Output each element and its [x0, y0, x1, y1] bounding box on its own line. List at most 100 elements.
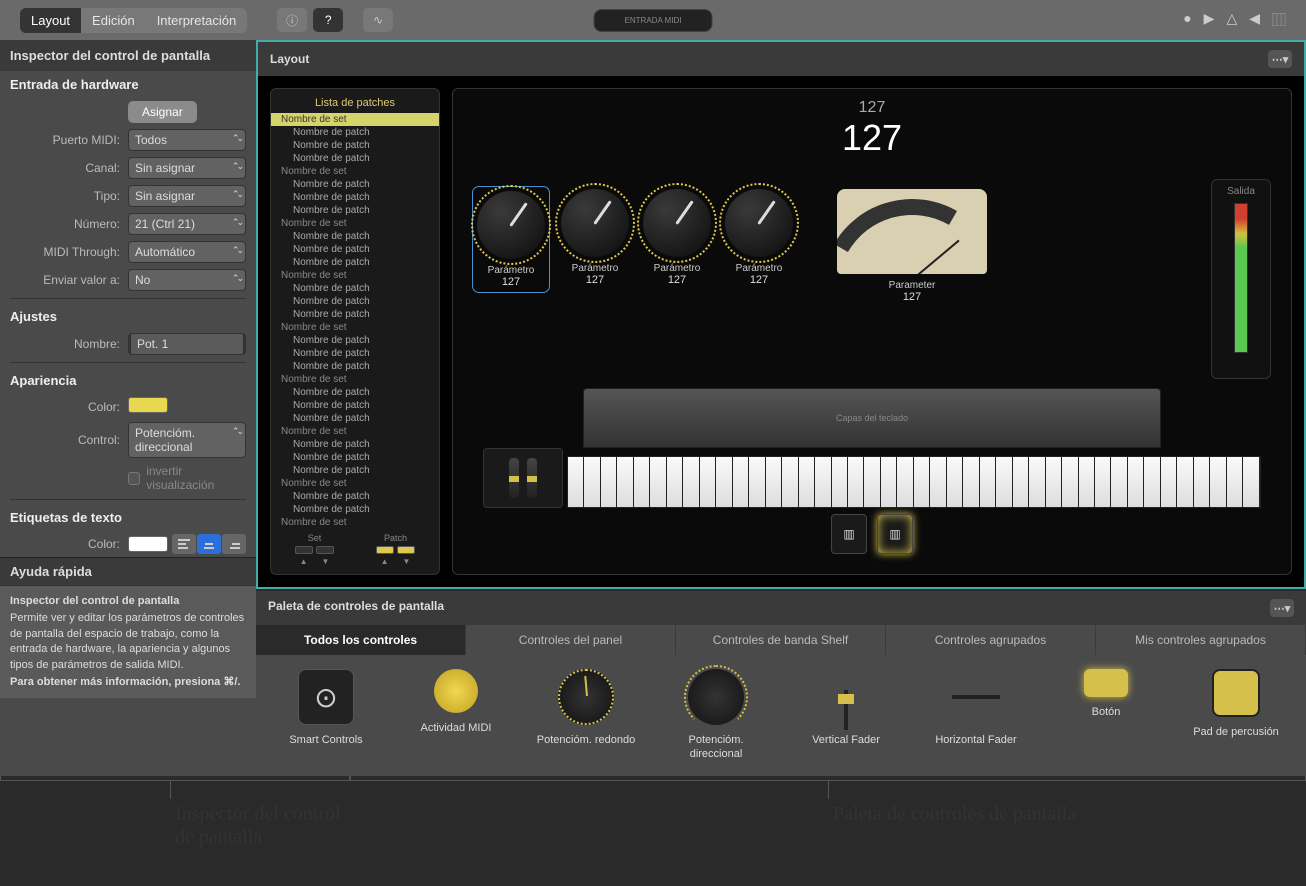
patch-list-item[interactable]: Nombre de patch [271, 282, 439, 295]
invert-label: invertir visualización [146, 464, 246, 492]
align-center-button[interactable] [197, 534, 221, 554]
textcolor-label: Color: [10, 537, 120, 551]
help-section-title: Ayuda rápida [0, 557, 256, 585]
inspector-title: Inspector del control de pantalla [0, 40, 256, 71]
keyboard[interactable] [567, 456, 1261, 508]
patch-list-item[interactable]: Nombre de patch [271, 204, 439, 217]
patch-list-item[interactable]: Nombre de set [271, 321, 439, 334]
patch-list[interactable]: Lista de patches Nombre de setNombre de … [270, 88, 440, 575]
layout-menu-icon[interactable]: ⋯▾ [1268, 50, 1292, 68]
palette-tab[interactable]: Controles de banda Shelf [676, 625, 886, 655]
patch-list-item[interactable]: Nombre de patch [271, 412, 439, 425]
align-right-button[interactable] [222, 534, 246, 554]
thru-select[interactable]: Automático [128, 241, 246, 263]
pedal-2[interactable]: ▥ [877, 514, 913, 554]
patch-list-item[interactable]: Nombre de patch [271, 347, 439, 360]
palette-tab[interactable]: Mis controles agrupados [1096, 625, 1306, 655]
type-select[interactable]: Sin asignar [128, 185, 246, 207]
patch-list-item[interactable]: Nombre de patch [271, 295, 439, 308]
gauge-control[interactable]: Parameter127 [837, 189, 987, 303]
textcolor-swatch[interactable] [128, 536, 168, 552]
metronome-icon[interactable]: △ [1226, 10, 1237, 30]
knob-control[interactable]: Parámetro127 [475, 189, 547, 290]
pedal-1[interactable]: ▥ [831, 514, 867, 554]
color-label: Color: [10, 400, 120, 414]
send-select[interactable]: No [128, 269, 246, 291]
channel-select[interactable]: Sin asignar [128, 157, 246, 179]
palette-item-vfader[interactable]: Vertical Fader [796, 669, 896, 762]
align-left-button[interactable] [172, 534, 196, 554]
patch-list-item[interactable]: Nombre de patch [271, 386, 439, 399]
palette-tab[interactable]: Controles del panel [466, 625, 676, 655]
record-icon[interactable]: ● [1183, 10, 1191, 30]
patch-list-item[interactable]: Nombre de patch [271, 399, 439, 412]
knob-control[interactable]: Parámetro127 [643, 189, 711, 286]
send-label: Enviar valor a: [10, 273, 120, 287]
set-up-icon[interactable]: ▲ [300, 557, 308, 566]
patch-list-item[interactable]: Nombre de patch [271, 451, 439, 464]
palette-item-smart[interactable]: Smart Controls [276, 669, 376, 762]
palette-item-knob-r[interactable]: Potencióm. redondo [536, 669, 636, 762]
palette-item-knob-d[interactable]: Potencióm. direccional [666, 669, 766, 762]
textlabels-title: Etiquetas de texto [0, 504, 256, 531]
palette-item-hfader[interactable]: Horizontal Fader [926, 669, 1026, 762]
palette-tab[interactable]: Controles agrupados [886, 625, 1096, 655]
help-icon[interactable]: ? [313, 8, 343, 32]
set-toggle-2[interactable] [316, 546, 334, 554]
patch-list-item[interactable]: Nombre de set [271, 425, 439, 438]
assign-button[interactable]: Asignar [128, 101, 197, 123]
patch-list-item[interactable]: Nombre de patch [271, 139, 439, 152]
palette-tab[interactable]: Todos los controles [256, 625, 466, 655]
patch-list-item[interactable]: Nombre de set [271, 113, 439, 126]
knob-control[interactable]: Parámetro127 [561, 189, 629, 286]
speaker-icon[interactable]: ◀ [1249, 10, 1260, 30]
mod-wheels[interactable] [483, 448, 563, 508]
palette-menu-icon[interactable]: ⋯▾ [1270, 599, 1294, 617]
patch-list-item[interactable]: Nombre de set [271, 373, 439, 386]
patch-list-item[interactable]: Nombre de set [271, 269, 439, 282]
patch-list-item[interactable]: Nombre de patch [271, 438, 439, 451]
patch-list-item[interactable]: Nombre de patch [271, 464, 439, 477]
number-select[interactable]: 21 (Ctrl 21) [128, 213, 246, 235]
play-icon[interactable]: ▶ [1204, 10, 1215, 30]
patch-list-item[interactable]: Nombre de set [271, 165, 439, 178]
mixer-icon[interactable]: ⿲ [1272, 10, 1286, 30]
patch-list-item[interactable]: Nombre de patch [271, 334, 439, 347]
palette-item-pad[interactable]: Pad de percusión [1186, 669, 1286, 762]
patch-list-item[interactable]: Nombre de patch [271, 490, 439, 503]
patch-list-item[interactable]: Nombre de patch [271, 243, 439, 256]
patch-list-item[interactable]: Nombre de patch [271, 178, 439, 191]
patch-list-item[interactable]: Nombre de patch [271, 308, 439, 321]
patch-toggle-2[interactable] [397, 546, 415, 554]
palette-item-btn[interactable]: Botón [1056, 669, 1156, 762]
patch-up-icon[interactable]: ▲ [381, 557, 389, 566]
invert-checkbox[interactable] [128, 472, 140, 485]
tab-perform[interactable]: Interpretación [146, 8, 248, 33]
set-down-icon[interactable]: ▼ [322, 557, 330, 566]
palette-item-activity[interactable]: Actividad MIDI [406, 669, 506, 762]
patch-list-item[interactable]: Nombre de patch [271, 256, 439, 269]
patch-toggle-1[interactable] [376, 546, 394, 554]
control-select[interactable]: Potencióm. direccional [128, 422, 246, 458]
info-icon[interactable]: ⓘ [277, 8, 307, 32]
patch-list-item[interactable]: Nombre de set [271, 217, 439, 230]
name-field[interactable]: Pot. 1 [128, 333, 246, 355]
set-toggle-1[interactable] [295, 546, 313, 554]
tab-edit[interactable]: Edición [81, 8, 146, 33]
patch-list-item[interactable]: Nombre de patch [271, 126, 439, 139]
patch-list-item[interactable]: Nombre de patch [271, 360, 439, 373]
patch-down-icon[interactable]: ▼ [403, 557, 411, 566]
tuner-icon[interactable]: ∿ [363, 8, 393, 32]
keyboard-layers[interactable]: Capas del teclado [583, 388, 1161, 448]
patch-list-item[interactable]: Nombre de patch [271, 230, 439, 243]
color-swatch[interactable] [128, 397, 168, 413]
patch-list-item[interactable]: Nombre de patch [271, 503, 439, 516]
patch-list-item[interactable]: Nombre de patch [271, 191, 439, 204]
port-select[interactable]: Todos [128, 129, 246, 151]
patch-list-item[interactable]: Nombre de patch [271, 152, 439, 165]
tab-layout[interactable]: Layout [20, 8, 81, 33]
knob-control[interactable]: Parámetro127 [725, 189, 793, 286]
patch-list-item[interactable]: Nombre de set [271, 477, 439, 490]
patch-list-item[interactable]: Nombre de set [271, 516, 439, 529]
workspace[interactable]: 127 127 Parámetro127Parámetro127Parámetr… [452, 88, 1292, 575]
